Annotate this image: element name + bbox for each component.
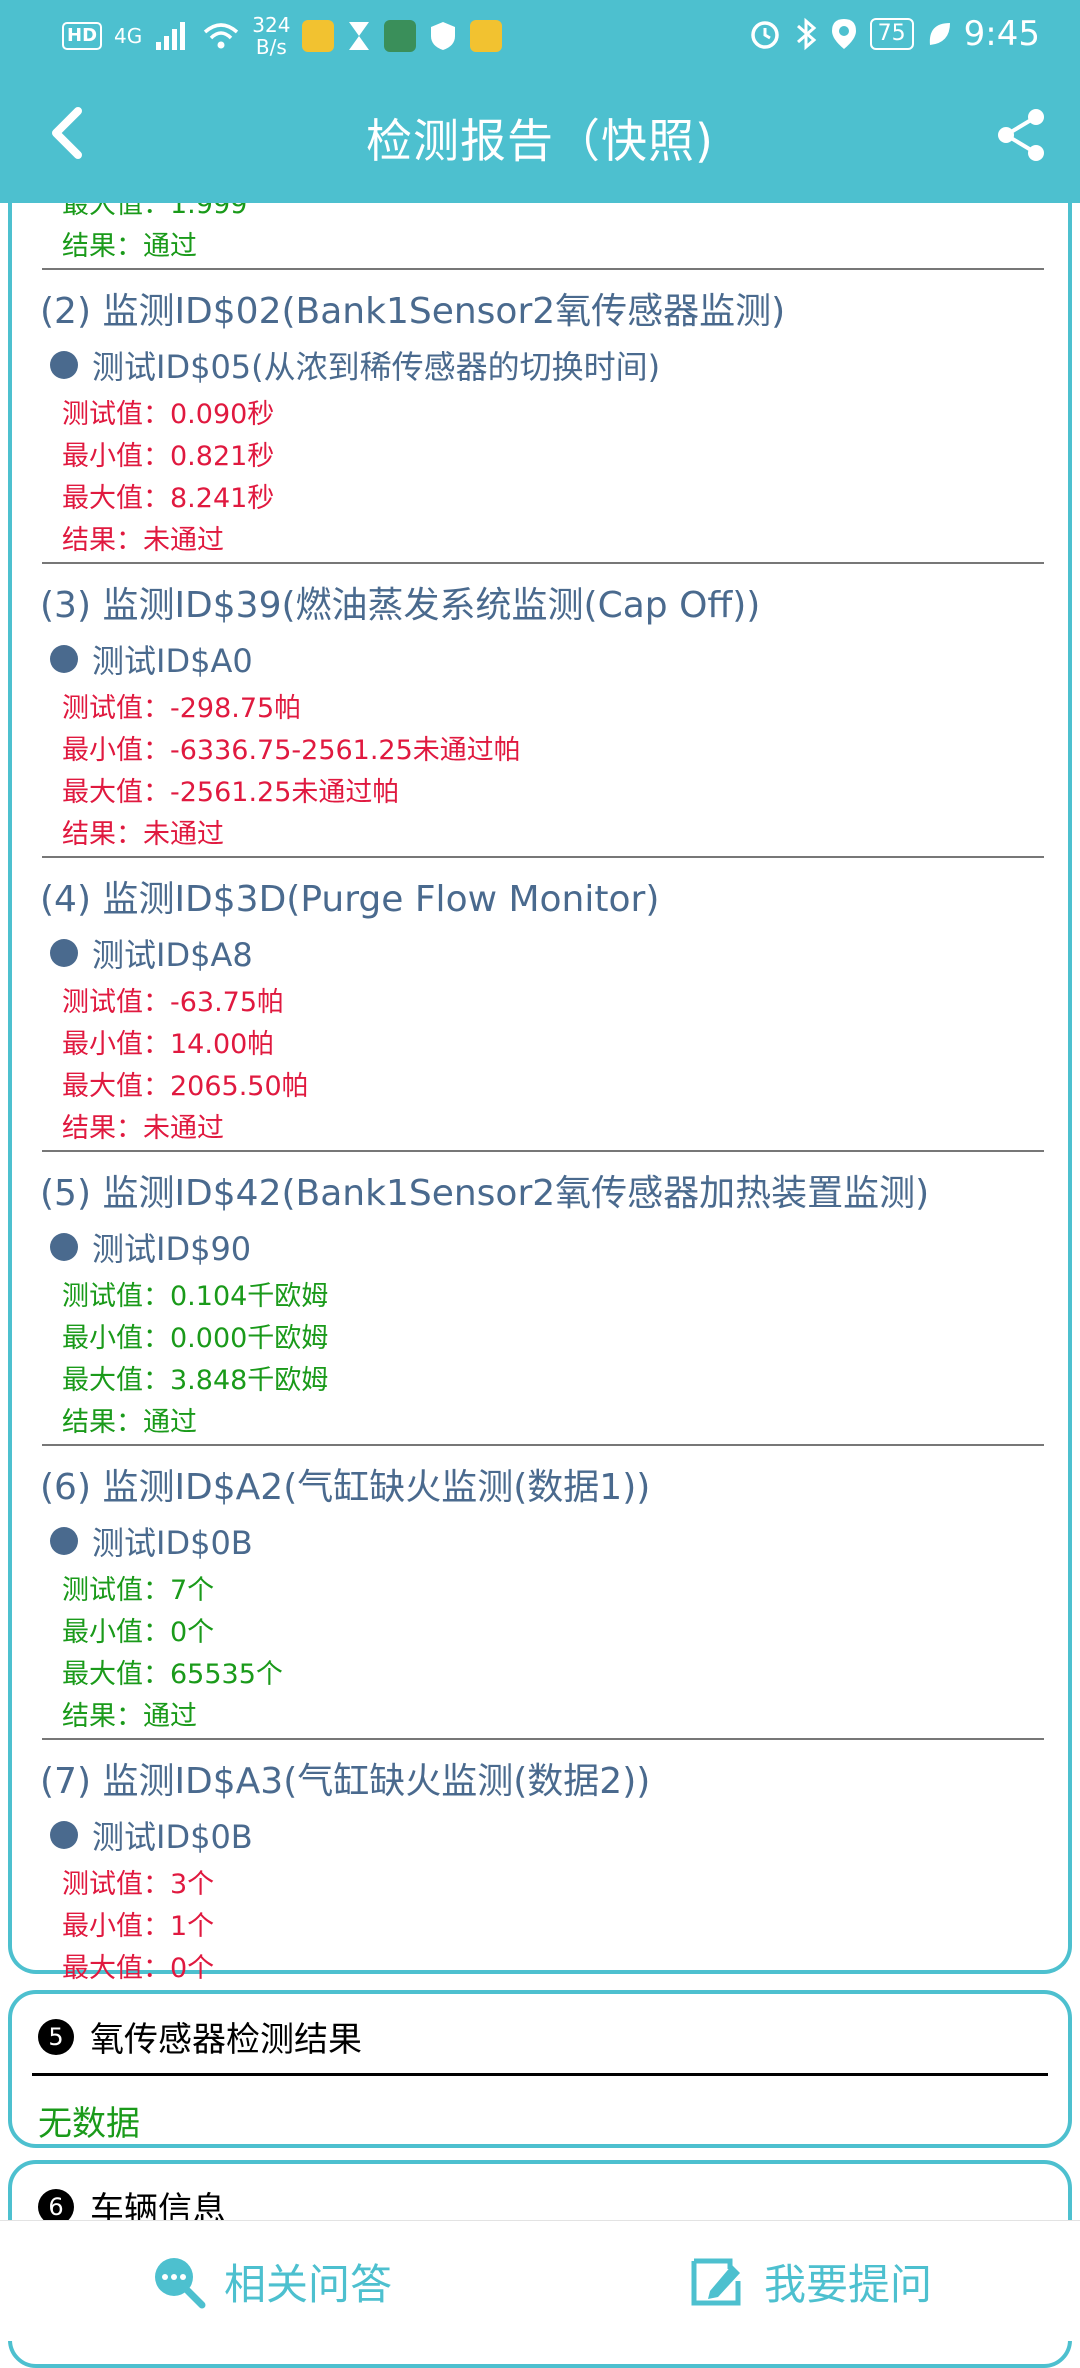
app-bar: 检测报告（快照): [0, 75, 1080, 203]
min-value: 最小值：0个: [62, 1617, 215, 1648]
ask-question-label: 我要提问: [764, 2259, 933, 2309]
test-id: 测试ID$0B: [92, 1818, 253, 1856]
test-id-row: 测试ID$90: [12, 1222, 1068, 1276]
status-left: HD 4G 324 B/s: [62, 14, 503, 58]
max-value: 最大值：3.848千欧姆: [62, 1365, 329, 1396]
min-value: 最小值：14.00帕: [62, 1029, 275, 1060]
max-value: 最大值：2065.50帕: [62, 1071, 309, 1102]
status-bar: HD 4G 324 B/s 75 9:45: [0, 0, 1080, 75]
monitor-list: (2) 监测ID$02(Bank1Sensor2氧传感器监测) 测试ID$05(从…: [12, 270, 1068, 2032]
alarm-icon: [750, 21, 779, 49]
section-number: 5: [38, 2018, 74, 2055]
related-qa-button[interactable]: 相关问答: [150, 2221, 392, 2341]
test-id: 测试ID$A0: [92, 642, 253, 680]
max-value: 最大值：-2561.25未通过帕: [62, 777, 400, 808]
result-value: 结果：通过: [62, 1407, 197, 1438]
search-chat-icon: [155, 2258, 206, 2309]
speed-value: 324: [252, 13, 291, 37]
test-value: 测试值：0.104千欧姆: [62, 1281, 329, 1312]
test-value: 测试值：3个: [62, 1869, 215, 1900]
leaf-icon: [929, 23, 950, 45]
max-value: 最大值：65535个: [62, 1659, 283, 1690]
test-id: 测试ID$05(从浓到稀传感器的切换时间): [92, 348, 661, 386]
result-value: 结果：通过: [62, 1701, 197, 1732]
network-speed: 324 B/s: [252, 14, 290, 58]
bluetooth-icon: [796, 17, 816, 51]
prev-result: 结果：通过: [62, 231, 197, 262]
top-bar: HD 4G 324 B/s 75 9:45 检测报告（快照): [0, 0, 1080, 203]
location-icon: [831, 19, 856, 49]
bullet-icon: [50, 1527, 78, 1555]
monitor-title: (2) 监测ID$02(Bank1Sensor2氧传感器监测): [40, 291, 786, 332]
signal-icon: [156, 22, 186, 50]
bullet-icon: [50, 1233, 78, 1261]
test-value: 测试值：-63.75帕: [62, 987, 285, 1018]
test-id-row: 测试ID$0B: [12, 1810, 1068, 1864]
min-value: 最小值：1个: [62, 1911, 215, 1942]
monitor-title: (4) 监测ID$3D(Purge Flow Monitor): [40, 879, 660, 920]
shield-icon: [431, 22, 456, 50]
max-value: 最大值：0个: [62, 1953, 215, 1984]
o2-section-header[interactable]: 5 氧传感器检测结果: [12, 1994, 1068, 2073]
bullet-icon: [50, 351, 78, 379]
test-value: 测试值：-298.75帕: [62, 693, 302, 724]
min-value: 最小值：0.821秒: [62, 441, 275, 472]
bullet-icon: [50, 1821, 78, 1849]
min-value: 最小值：-6336.75-2561.25未通过帕: [62, 735, 521, 766]
bullet-icon: [50, 939, 78, 967]
app-notification-icon: [470, 20, 503, 52]
battery-indicator: 75: [869, 18, 914, 50]
monitor-item: (2) 监测ID$02(Bank1Sensor2氧传感器监测) 测试ID$05(从…: [12, 270, 1068, 564]
bottom-bar: 相关问答 我要提问: [0, 2220, 1080, 2341]
ask-question-button[interactable]: 我要提问: [686, 2221, 932, 2341]
test-id-row: 测试ID$A8: [12, 928, 1068, 982]
status-right: 75 9:45: [748, 14, 1040, 54]
monitor-item: (3) 监测ID$39(燃油蒸发系统监测(Cap Off)) 测试ID$A0 测试值…: [12, 564, 1068, 858]
share-icon[interactable]: [992, 105, 1052, 165]
page-title: 检测报告（快照): [366, 114, 714, 168]
monitor-title: (3) 监测ID$39(燃油蒸发系统监测(Cap Off)): [40, 585, 761, 626]
result-value: 结果：未通过: [62, 1113, 224, 1144]
result-value: 结果：未通过: [62, 819, 224, 850]
test-id: 测试ID$0B: [92, 1524, 253, 1562]
o2-sensor-card: 5 氧传感器检测结果 无数据: [8, 1990, 1072, 2148]
max-value: 最大值：8.241秒: [62, 483, 275, 514]
test-value: 测试值：7个: [62, 1575, 215, 1606]
test-id-row: 测试ID$A0: [12, 634, 1068, 688]
hd-badge: HD: [62, 22, 103, 50]
monitor-title: (5) 监测ID$42(Bank1Sensor2氧传感器加热装置监测): [40, 1173, 930, 1214]
test-id-row: 测试ID$05(从浓到稀传感器的切换时间): [12, 340, 1068, 394]
monitor-item: (7) 监测ID$A3(气缸缺火监测(数据2)) 测试ID$0B 测试值：3个 最小值…: [12, 1740, 1068, 2032]
test-id: 测试ID$90: [92, 1230, 252, 1268]
related-qa-label: 相关问答: [224, 2259, 393, 2309]
edit-question-icon: [691, 2258, 741, 2306]
test-id: 测试ID$A8: [92, 936, 253, 974]
wifi-icon: [204, 23, 239, 49]
monitor-results-card: 最大值：1.999 结果：通过 (2) 监测ID$02(Bank1Sensor2…: [8, 160, 1072, 2026]
hourglass-icon: [349, 22, 370, 50]
o2-section-title: 氧传感器检测结果: [90, 2020, 362, 2060]
speed-unit: B/s: [255, 35, 287, 59]
monitor-item: (4) 监测ID$3D(Purge Flow Monitor) 测试ID$A8 测试…: [12, 858, 1068, 1152]
no-data-text: 无数据: [38, 2104, 140, 2144]
monitor-item: (6) 监测ID$A2(气缸缺火监测(数据1)) 测试ID$0B 测试值：7个 最小值…: [12, 1446, 1068, 1740]
monitor-title: (7) 监测ID$A3(气缸缺火监测(数据2)): [40, 1761, 651, 1802]
bullet-icon: [50, 645, 78, 673]
result-value: 结果：未通过: [62, 525, 224, 556]
app-notification-icon: [384, 20, 417, 52]
clock: 9:45: [963, 14, 1040, 54]
test-value: 测试值：0.090秒: [62, 399, 275, 430]
monitor-title: (6) 监测ID$A2(气缸缺火监测(数据1)): [40, 1467, 651, 1508]
monitor-item: (5) 监测ID$42(Bank1Sensor2氧传感器加热装置监测) 测试ID$…: [12, 1152, 1068, 1446]
app-notification-icon: [302, 20, 335, 52]
test-id-row: 测试ID$0B: [12, 1516, 1068, 1570]
min-value: 最小值：0.000千欧姆: [62, 1323, 329, 1354]
network-type: 4G: [114, 24, 143, 48]
